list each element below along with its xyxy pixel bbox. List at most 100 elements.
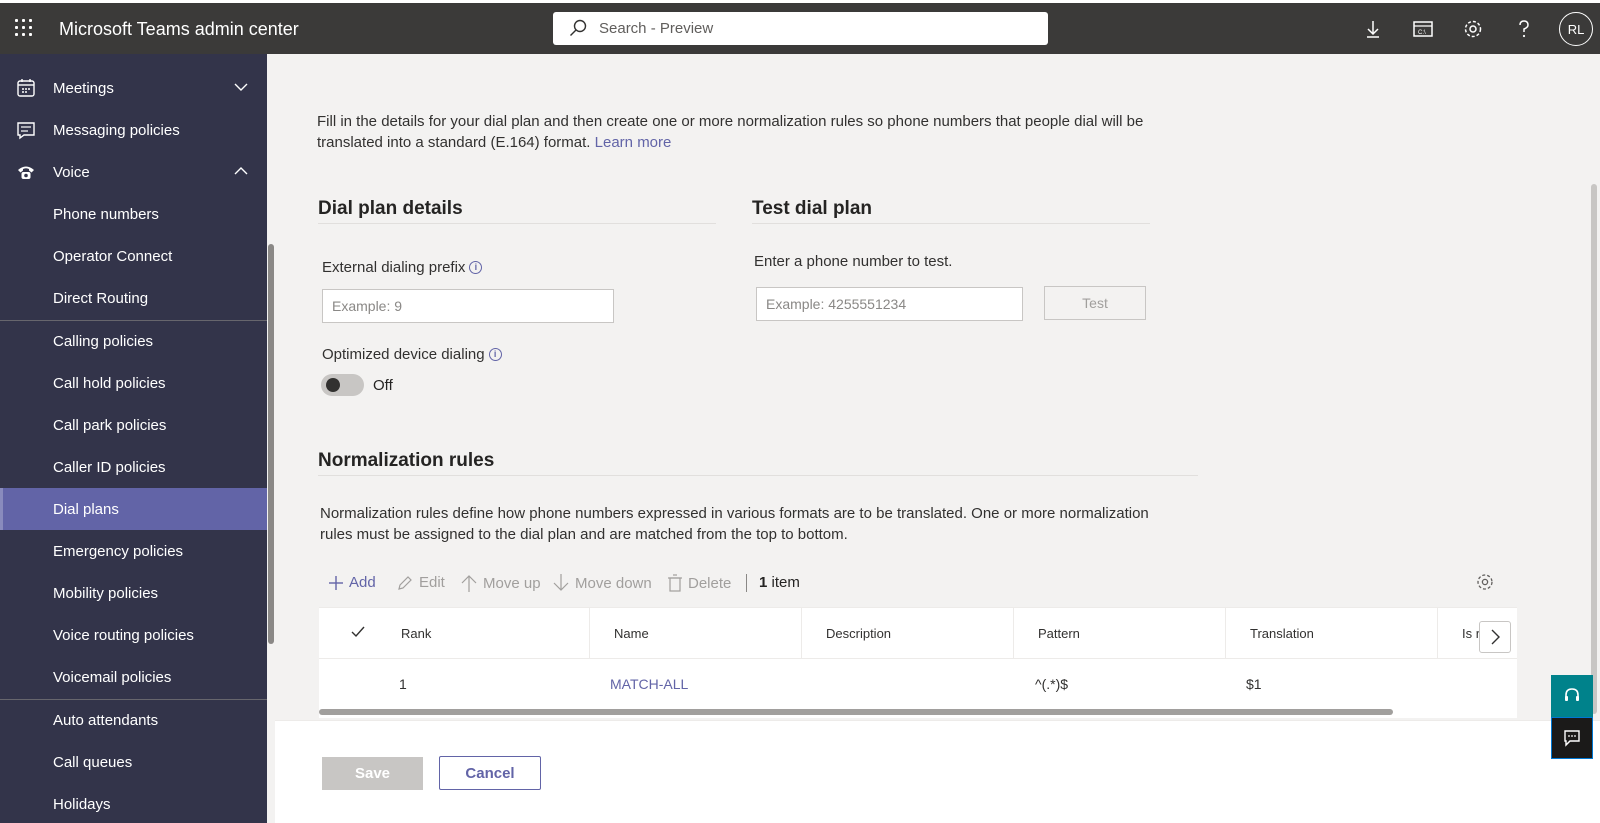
sidebar-item-calling-policies[interactable]: Calling policies xyxy=(0,320,267,362)
toggle-state-text: Off xyxy=(373,377,393,394)
sidebar-item-direct-routing[interactable]: Direct Routing xyxy=(0,277,267,319)
column-header-pattern[interactable]: Pattern xyxy=(1013,608,1225,658)
plus-icon xyxy=(329,575,343,590)
sidebar-item-label: Call queues xyxy=(53,753,133,771)
search-input[interactable] xyxy=(599,12,1039,45)
cell-name-link[interactable]: MATCH-ALL xyxy=(610,676,688,692)
sidebar-item-label: Voice xyxy=(53,163,90,181)
select-all-checkmark-icon[interactable] xyxy=(351,626,365,638)
info-icon[interactable]: i xyxy=(469,261,483,274)
delete-button[interactable]: Delete xyxy=(668,574,731,592)
main-scrollbar[interactable] xyxy=(1588,54,1600,720)
download-icon[interactable] xyxy=(1361,17,1385,41)
item-count-value: 1 xyxy=(759,574,768,591)
chevron-up-icon xyxy=(234,167,248,175)
sidebar-item-meetings[interactable]: Meetings xyxy=(0,67,267,109)
section-divider xyxy=(318,223,716,224)
sidebar-item-label: Calling policies xyxy=(53,332,154,350)
shell-icon[interactable]: C:\ xyxy=(1411,17,1435,41)
move-down-button[interactable]: Move down xyxy=(553,574,652,592)
scrollbar-thumb[interactable] xyxy=(268,244,274,644)
sidebar-item-caller-id-policies[interactable]: Caller ID policies xyxy=(0,446,267,488)
delete-label: Delete xyxy=(688,574,732,592)
sidebar-item-auto-attendants[interactable]: Auto attendants xyxy=(0,699,267,741)
cancel-button[interactable]: Cancel xyxy=(439,756,541,790)
external-prefix-input[interactable] xyxy=(322,289,614,323)
sidebar-item-label: Holidays xyxy=(53,795,111,813)
search-box[interactable] xyxy=(553,12,1048,45)
svg-text:C:\: C:\ xyxy=(1418,30,1426,36)
search-icon xyxy=(570,19,587,36)
feedback-button[interactable] xyxy=(1551,717,1593,759)
optimized-dialing-label-text: Optimized device dialing xyxy=(322,346,485,363)
optimized-dialing-toggle[interactable] xyxy=(321,374,364,396)
sidebar-item-label: Voice routing policies xyxy=(53,626,194,644)
add-button[interactable]: Add xyxy=(329,574,376,591)
test-prompt: Enter a phone number to test. xyxy=(754,253,953,270)
normalization-rules-table: Rank Name Description Pattern Translatio… xyxy=(319,608,1517,718)
move-up-button[interactable]: Move up xyxy=(461,574,541,592)
sidebar-item-voice-routing-policies[interactable]: Voice routing policies xyxy=(0,614,267,656)
sidebar-item-voicemail-policies[interactable]: Voicemail policies xyxy=(0,656,267,698)
sidebar-scrollbar[interactable] xyxy=(267,54,275,823)
sidebar-item-messaging-policies[interactable]: Messaging policies xyxy=(0,109,267,151)
chevron-down-icon xyxy=(234,83,248,91)
headset-icon xyxy=(1565,688,1579,701)
test-number-input[interactable] xyxy=(756,287,1023,321)
intro-description: Fill in the details for your dial plan a… xyxy=(317,113,1144,151)
learn-more-link[interactable]: Learn more xyxy=(595,134,672,151)
chevron-right-icon xyxy=(1491,629,1500,645)
sidebar-item-label: Call park policies xyxy=(53,416,167,434)
app-title[interactable]: Microsoft Teams admin center xyxy=(59,19,299,40)
sidebar-item-label: Messaging policies xyxy=(53,121,180,139)
header-divider xyxy=(319,658,1517,659)
column-header-name[interactable]: Name xyxy=(589,608,801,658)
sidebar-item-label: Dial plans xyxy=(53,500,119,518)
sidebar-item-call-queues[interactable]: Call queues xyxy=(0,741,267,783)
help-support-button[interactable] xyxy=(1551,675,1593,717)
item-count: 1 item xyxy=(759,574,800,591)
sidebar-item-holidays[interactable]: Holidays xyxy=(0,783,267,823)
sidebar-item-dial-plans[interactable]: Dial plans xyxy=(0,488,267,530)
cell-translation: $1 xyxy=(1246,676,1262,692)
save-button[interactable]: Save xyxy=(322,757,423,790)
help-icon[interactable] xyxy=(1512,17,1536,41)
intro-text: Fill in the details for your dial plan a… xyxy=(317,111,1147,153)
column-header-translation[interactable]: Translation xyxy=(1225,608,1437,658)
sidebar-item-operator-connect[interactable]: Operator Connect xyxy=(0,235,267,277)
settings-icon[interactable] xyxy=(1475,572,1495,592)
scrollbar-thumb[interactable] xyxy=(1591,184,1597,714)
toggle-knob xyxy=(326,378,340,392)
sidebar-item-label: Phone numbers xyxy=(53,205,159,223)
sidebar-item-emergency-policies[interactable]: Emergency policies xyxy=(0,530,267,572)
column-header-rank[interactable]: Rank xyxy=(377,608,589,658)
sidebar-item-call-park-policies[interactable]: Call park policies xyxy=(0,404,267,446)
pencil-icon xyxy=(398,575,412,590)
add-label: Add xyxy=(349,574,376,591)
info-icon[interactable]: i xyxy=(488,348,502,361)
waffle-icon[interactable] xyxy=(15,19,35,39)
sidebar-item-mobility-policies[interactable]: Mobility policies xyxy=(0,572,267,614)
avatar[interactable]: RL xyxy=(1559,12,1593,46)
edit-button[interactable]: Edit xyxy=(397,574,445,591)
sidebar-item-label: Mobility policies xyxy=(53,584,159,602)
sidebar-item-voice[interactable]: Voice xyxy=(0,151,267,193)
sidebar-item-label: Emergency policies xyxy=(53,542,184,560)
test-dial-plan-title: Test dial plan xyxy=(752,198,873,219)
column-header-description[interactable]: Description xyxy=(801,608,1013,658)
trash-icon xyxy=(668,574,682,592)
horizontal-scrollbar[interactable] xyxy=(319,709,1393,715)
scroll-columns-right-button[interactable] xyxy=(1479,621,1511,653)
sidebar-item-call-hold-policies[interactable]: Call hold policies xyxy=(0,362,267,404)
command-bar: Add Edit Move up Move down Delete 1 item xyxy=(319,557,1517,608)
external-prefix-label: External dialing prefix i xyxy=(322,259,483,276)
sidebar-item-phone-numbers[interactable]: Phone numbers xyxy=(0,193,267,235)
calendar-icon xyxy=(17,79,35,97)
sidebar: Meetings Messaging policies Voice Phone … xyxy=(0,54,267,823)
test-button[interactable]: Test xyxy=(1044,286,1146,320)
phone-icon xyxy=(18,166,34,179)
settings-icon[interactable] xyxy=(1461,17,1485,41)
external-prefix-label-text: External dialing prefix xyxy=(322,259,466,276)
arrow-down-icon xyxy=(553,574,569,591)
sidebar-item-label: Auto attendants xyxy=(53,711,159,729)
